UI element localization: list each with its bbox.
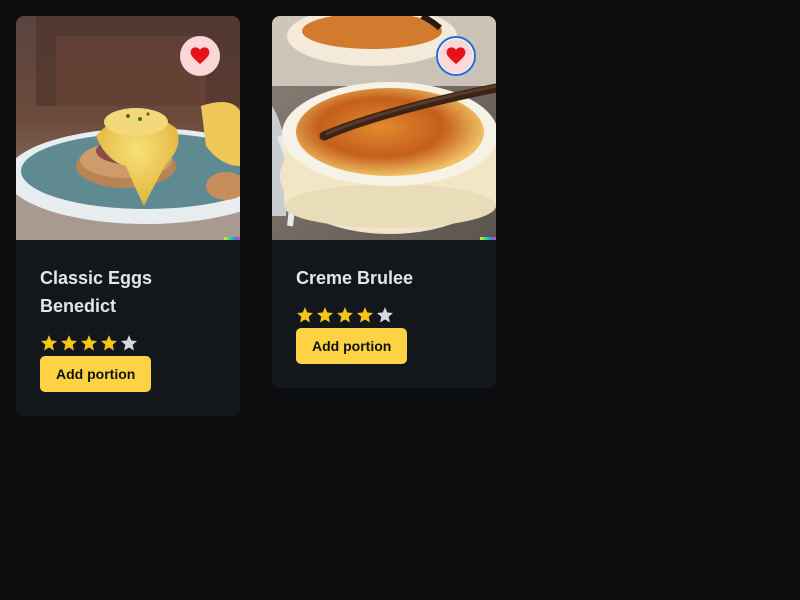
star-filled-icon xyxy=(296,307,314,323)
recipe-card: Classic Eggs Benedict Add portion xyxy=(16,16,240,416)
favorite-button[interactable] xyxy=(180,36,220,76)
star-filled-icon xyxy=(100,335,118,351)
recipe-photo xyxy=(272,16,496,240)
star-filled-icon xyxy=(356,307,374,323)
star-filled-icon xyxy=(316,307,334,323)
star-empty-icon xyxy=(120,335,138,351)
heart-icon xyxy=(446,47,466,65)
rating-stars xyxy=(296,306,472,324)
favorite-button[interactable] xyxy=(436,36,476,76)
star-empty-icon xyxy=(376,307,394,323)
card-body: Creme Brulee Add portion xyxy=(272,240,496,388)
add-portion-button[interactable]: Add portion xyxy=(40,356,152,392)
recipe-photo xyxy=(16,16,240,240)
star-filled-icon xyxy=(60,335,78,351)
rating-stars xyxy=(40,334,216,352)
add-portion-button[interactable]: Add portion xyxy=(296,328,408,364)
star-filled-icon xyxy=(336,307,354,323)
heart-icon xyxy=(190,47,210,65)
recipe-title: Classic Eggs Benedict xyxy=(40,268,153,316)
color-strip xyxy=(224,237,240,240)
star-filled-icon xyxy=(40,335,58,351)
recipe-title: Creme Brulee xyxy=(296,268,414,288)
color-strip xyxy=(480,237,496,240)
recipe-grid: Classic Eggs Benedict Add portion Creme … xyxy=(16,16,496,416)
star-filled-icon xyxy=(80,335,98,351)
card-body: Classic Eggs Benedict Add portion xyxy=(16,240,240,416)
recipe-card: Creme Brulee Add portion xyxy=(272,16,496,388)
